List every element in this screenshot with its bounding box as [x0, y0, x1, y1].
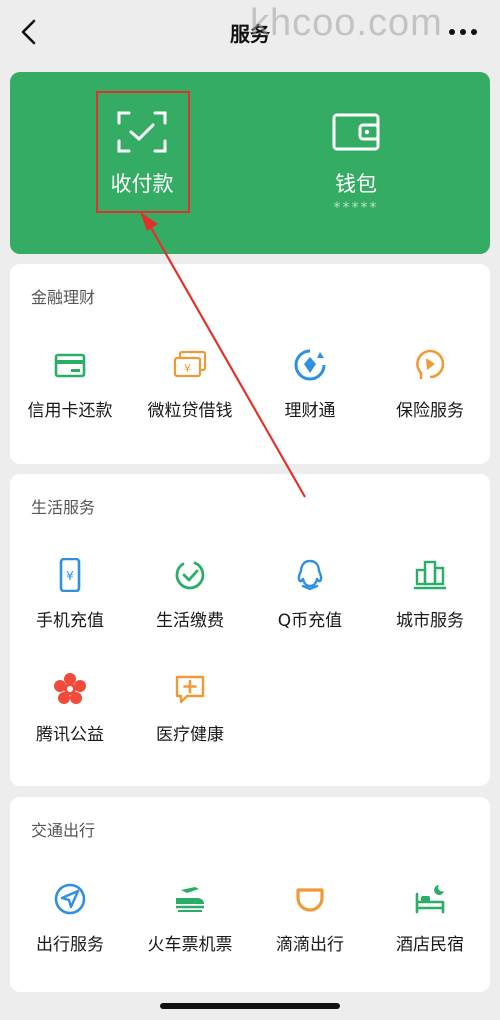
more-options-icon[interactable] [448, 24, 478, 40]
train-ticket-icon [176, 887, 204, 912]
hotel-icon [415, 885, 445, 914]
insurance-icon [416, 349, 445, 379]
back-arrow-icon[interactable] [14, 16, 44, 48]
finance-section: 金融理财 信用卡还款 ¥ 微粒贷借钱 理财通 保险服务 [10, 264, 490, 464]
grid-item-charity[interactable]: 腾讯公益 [10, 672, 130, 772]
wallet-button[interactable]: 钱包 ***** [236, 72, 476, 254]
grid-item-mobility[interactable]: 出行服务 [10, 882, 130, 982]
grid-item-label: 保险服务 [396, 401, 464, 421]
wallet-label: 钱包 [335, 172, 377, 196]
grid-item-hotel[interactable]: 酒店民宿 [370, 882, 490, 982]
wallet-icon [332, 113, 380, 151]
grid-item-label: 医疗健康 [156, 725, 224, 745]
grid-item-didi[interactable]: 滴滴出行 [250, 882, 370, 982]
qq-coin-icon [297, 559, 323, 591]
grid-item-label: 城市服务 [396, 611, 464, 631]
svg-text:¥: ¥ [66, 569, 74, 583]
didi-icon [296, 888, 324, 912]
wallet-balance-masked: ***** [333, 200, 379, 216]
wealth-icon [294, 349, 326, 381]
loan-icon: ¥ [173, 350, 207, 378]
grid-item-medical[interactable]: 医疗健康 [130, 672, 250, 772]
grid-item-train-ticket[interactable]: 火车票机票 [130, 882, 250, 982]
grid-item-wealth[interactable]: 理财通 [250, 348, 370, 448]
watermark-text: khcoo.com [250, 2, 443, 44]
home-indicator [160, 1003, 340, 1009]
grid-item-label: Q币充值 [277, 611, 343, 631]
grid-item-insurance[interactable]: 保险服务 [370, 348, 490, 448]
grid-item-label: 信用卡还款 [27, 401, 113, 421]
grid-item-city-services[interactable]: 城市服务 [370, 558, 490, 658]
grid-item-label: 手机充值 [36, 611, 104, 631]
svg-text:¥: ¥ [184, 362, 191, 375]
credit-card-icon [54, 353, 86, 378]
phone-topup-icon: ¥ [59, 558, 81, 592]
grid-item-label: 理财通 [284, 401, 336, 421]
grid-item-phone-topup[interactable]: ¥ 手机充值 [10, 558, 130, 658]
city-services-icon [413, 560, 447, 590]
medical-icon [175, 675, 205, 704]
travel-section: 交通出行 出行服务 火车票机票 滴滴出行 酒店民宿 [10, 797, 490, 992]
charity-icon [54, 673, 86, 704]
grid-item-label: 腾讯公益 [36, 725, 104, 745]
section-title: 生活服务 [31, 498, 96, 517]
grid-item-utilities[interactable]: 生活缴费 [130, 558, 250, 658]
utilities-icon [175, 561, 205, 590]
grid-item-label: 出行服务 [36, 935, 104, 955]
life-services-section: 生活服务 ¥ 手机充值 生活缴费 Q币充值 城市服务 腾讯公益 医疗健康 [10, 474, 490, 786]
grid-item-qq-coin[interactable]: Q币充值 [250, 558, 370, 658]
grid-item-label: 滴滴出行 [276, 935, 344, 955]
section-title: 金融理财 [31, 288, 96, 307]
grid-item-loan[interactable]: ¥ 微粒贷借钱 [130, 348, 250, 448]
grid-item-label: 火车票机票 [147, 935, 233, 955]
grid-item-label: 生活缴费 [156, 611, 224, 631]
grid-item-label: 微粒贷借钱 [147, 401, 233, 421]
grid-item-label: 酒店民宿 [396, 935, 464, 955]
section-title: 交通出行 [31, 821, 96, 840]
grid-item-credit-card[interactable]: 信用卡还款 [10, 348, 130, 448]
annotation-highlight-box [96, 91, 190, 213]
payment-banner: 收付款 钱包 ***** [10, 72, 490, 254]
mobility-icon [54, 883, 86, 915]
